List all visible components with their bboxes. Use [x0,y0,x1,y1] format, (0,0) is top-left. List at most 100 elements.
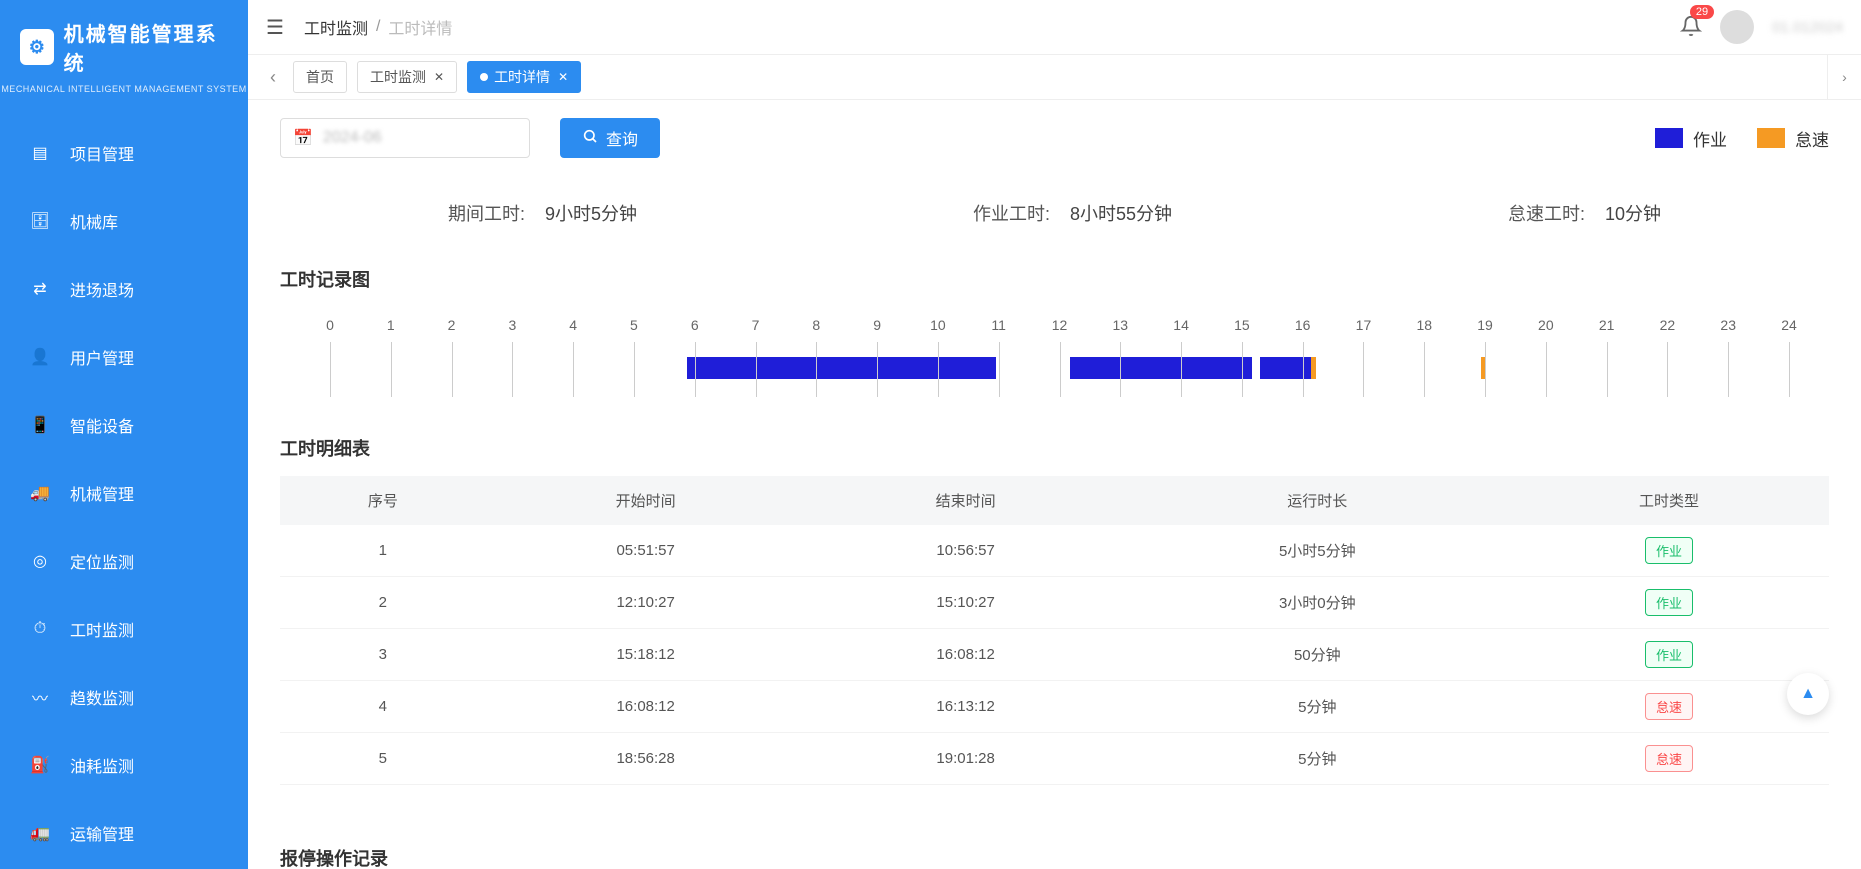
sidebar-item[interactable]: ⇄进场退场 [0,255,248,323]
sidebar-item[interactable]: 👤 用户管理 [0,323,248,391]
triangle-up-icon: ▲ [1800,685,1816,703]
tabs-scroll-right[interactable]: › [1827,55,1861,99]
chart-tick-label: 16 [1295,317,1311,333]
summary-period: 期间工时: 9小时5分钟 [448,200,637,226]
close-icon[interactable]: ✕ [558,70,568,84]
cell-start: 05:51:57 [486,525,806,577]
sidebar-item[interactable]: ◎定位监测 [0,527,248,595]
chart-tick-label: 24 [1781,317,1797,333]
query-button[interactable]: 查询 [560,118,660,158]
chart-gridline [1120,342,1121,397]
sidebar-item-label: 机械库 [70,209,118,233]
chart-gridline [573,342,574,397]
chart-tick-label: 0 [326,317,334,333]
tab[interactable]: 首页 [293,61,347,93]
cell-end: 10:56:57 [806,525,1126,577]
cell-dur: 3小时0分钟 [1126,577,1509,629]
table-header: 运行时长 [1126,476,1509,525]
tab-label: 工时详情 [494,67,550,87]
sidebar-item-label: 项目管理 [70,141,134,165]
legend: 作业 怠速 [1655,126,1829,151]
sidebar-item[interactable]: 🚛运输管理 [0,799,248,867]
chart-gridline [1242,342,1243,397]
sidebar-item[interactable]: ⛽油耗监测 [0,731,248,799]
content: 📅 2024-06 查询 作业 怠速 [248,100,1861,869]
sidebar-item-label: 定位监测 [70,549,134,573]
chart-tick-label: 4 [569,317,577,333]
table-row: 2 12:10:27 15:10:27 3小时0分钟 作业 [280,577,1829,629]
scroll-top-button[interactable]: ▲ [1787,673,1829,715]
sidebar-item[interactable]: 📱 智能设备 [0,391,248,459]
table-header: 结束时间 [806,476,1126,525]
chart-gridline [756,342,757,397]
brand-title: 机械智能管理系统 [64,18,228,76]
section-title-ops: 报停操作记录 [280,845,1829,869]
chart-tick-label: 17 [1356,317,1372,333]
date-picker[interactable]: 📅 2024-06 [280,118,530,158]
table-header: 工时类型 [1509,476,1829,525]
sidebar-item-label: 工时监测 [70,617,134,641]
chart-gridline [1607,342,1608,397]
legend-work-swatch [1655,128,1683,148]
chart-tick-label: 19 [1477,317,1493,333]
nav-icon: ▤ [28,143,52,163]
sidebar-item[interactable]: 〰趋数监测 [0,663,248,731]
nav-icon: 👤 [28,347,52,367]
summary-idle: 怠速工时: 10分钟 [1508,200,1661,226]
sidebar-item[interactable]: ▤ 项目管理 [0,119,248,187]
nav-icon: 📱 [28,415,52,435]
avatar[interactable] [1720,10,1754,44]
chart-gridline [634,342,635,397]
chart-tick-label: 14 [1173,317,1189,333]
chart-tick-label: 18 [1416,317,1432,333]
cell-seq: 4 [280,681,486,733]
chart-gridline [1728,342,1729,397]
section-title-chart: 工时记录图 [280,266,1829,292]
summary-row: 期间工时: 9小时5分钟 作业工时: 8小时55分钟 怠速工时: 10分钟 [280,188,1829,238]
table-row: 4 16:08:12 16:13:12 5分钟 怠速 [280,681,1829,733]
chart-gridline [330,342,331,397]
brand-subtitle: MECHANICAL INTELLIGENT MANAGEMENT SYSTEM [0,84,248,94]
chart-tick-label: 3 [508,317,516,333]
user-name[interactable]: 01.012024 [1772,19,1843,36]
tabs-scroll-left[interactable]: ‹ [258,67,288,88]
cell-dur: 50分钟 [1126,629,1509,681]
timeline-chart: 0123456789101112131415161718192021222324 [280,307,1829,407]
breadcrumb-leaf: 工时详情 [388,15,452,39]
tab[interactable]: 工时监测 ✕ [357,61,457,93]
menu-toggle-icon[interactable]: ☰ [266,15,284,40]
notifications-button[interactable]: 29 [1680,15,1702,40]
tab-active-dot [480,73,488,81]
sidebar-item[interactable]: ⏱工时监测 [0,595,248,663]
chart-tick-label: 20 [1538,317,1554,333]
chart-tick-label: 7 [752,317,760,333]
chart-tick-label: 2 [448,317,456,333]
type-tag: 怠速 [1645,693,1693,720]
cell-type: 作业 [1509,577,1829,629]
close-icon[interactable]: ✕ [434,70,444,84]
chart-gridline [1424,342,1425,397]
chart-gridline [877,342,878,397]
sidebar-item-label: 智能设备 [70,413,134,437]
chart-gridline [1363,342,1364,397]
chart-gridline [999,342,1000,397]
chart-gridline [695,342,696,397]
sidebar-item[interactable]: 🚚机械管理 [0,459,248,527]
logo-icon: ⚙ [20,29,54,65]
cell-end: 15:10:27 [806,577,1126,629]
legend-work: 作业 [1655,126,1727,151]
chart-gridline [1789,342,1790,397]
sidebar-item-label: 进场退场 [70,277,134,301]
breadcrumb-root[interactable]: 工时监测 [304,15,368,39]
cell-seq: 5 [280,733,486,785]
sidebar-item-label: 运输管理 [70,821,134,845]
table-header: 开始时间 [486,476,806,525]
sidebar-item-label: 用户管理 [70,345,134,369]
tab-label: 工时监测 [370,67,426,87]
topbar: ☰ 工时监测 / 工时详情 29 01.012024 [248,0,1861,55]
tabstrip: ‹ 首页 工时监测 ✕ 工时详情 ✕ › [248,55,1861,100]
chart-tick-label: 6 [691,317,699,333]
sidebar-item[interactable]: 🗄机械库 [0,187,248,255]
tab[interactable]: 工时详情 ✕ [467,61,581,93]
chart-gridline [512,342,513,397]
